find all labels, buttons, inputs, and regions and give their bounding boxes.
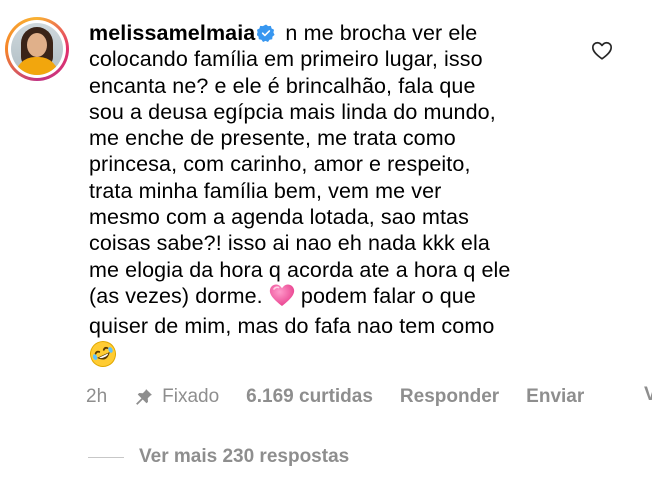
comment-body: melissamelmaia n me brocha ver ele coloc… xyxy=(89,20,559,374)
replies-divider-line xyxy=(88,456,124,458)
truncated-action-text[interactable]: V xyxy=(644,384,652,406)
pinned-indicator: Fixado xyxy=(134,386,219,408)
avatar-face xyxy=(27,33,47,57)
heart-emoji-icon xyxy=(269,283,295,313)
heart-like-icon[interactable] xyxy=(591,40,613,62)
comment-text-part1: n me brocha ver ele colocando família em… xyxy=(89,21,511,308)
avatar-story-ring[interactable] xyxy=(5,17,69,81)
likes-count-link[interactable]: 6.169 curtidas xyxy=(246,386,373,408)
rolling-laughing-emoji-icon xyxy=(89,340,117,374)
avatar-border xyxy=(8,20,66,78)
username-link[interactable]: melissamelmaia xyxy=(89,21,255,45)
view-more-replies-label: Ver mais 230 respostas xyxy=(139,446,350,467)
reply-button[interactable]: Responder xyxy=(400,386,499,408)
comment-actions-bar: 2h Fixado 6.169 curtidas Responder Envia… xyxy=(86,384,611,410)
avatar[interactable] xyxy=(11,23,63,75)
timestamp: 2h xyxy=(86,386,108,407)
verified-badge-icon xyxy=(257,24,275,42)
pin-icon xyxy=(136,389,153,405)
pinned-label: Fixado xyxy=(162,386,220,407)
view-more-replies-button[interactable]: Ver mais 230 respostas xyxy=(88,446,349,468)
send-button[interactable]: Enviar xyxy=(526,386,584,408)
